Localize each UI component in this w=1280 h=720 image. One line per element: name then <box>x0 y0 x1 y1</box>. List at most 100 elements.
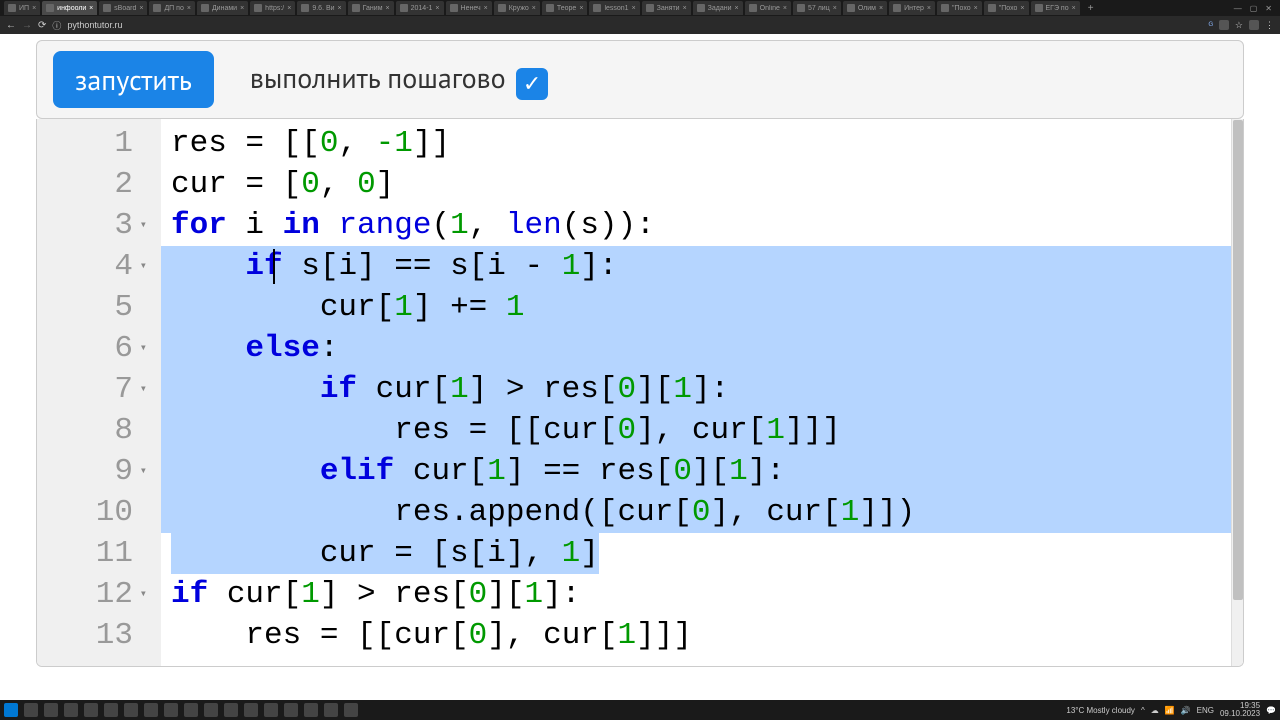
code-line: if s[i] == s[i - 1]: <box>161 246 1243 287</box>
run-button[interactable]: запустить <box>53 51 214 108</box>
bookmark-icon[interactable]: ☆ <box>1235 20 1243 31</box>
taskbar-app[interactable] <box>344 703 358 717</box>
code-editor[interactable]: 123▾4▾56▾7▾89▾101112▾13 res = [[0, -1]] … <box>36 119 1244 667</box>
code-line: if cur[1] > res[0][1]: <box>161 369 1243 410</box>
page-content: запустить выполнить пошагово ✓ 123▾4▾56▾… <box>0 34 1280 700</box>
code-line: for i in range(1, len(s)): <box>161 205 1243 246</box>
code-line: res = [[cur[0], cur[1]]] <box>161 615 1243 656</box>
code-line: res = [[cur[0], cur[1]]] <box>161 410 1243 451</box>
browser-titlebar: ИП×инфоолимп×sBoard×ДП по×Динами×https:/… <box>0 0 1280 16</box>
notifications-icon[interactable]: 💬 <box>1266 706 1276 715</box>
browser-tab[interactable]: Задани× <box>693 1 743 15</box>
taskbar-app[interactable] <box>184 703 198 717</box>
taskbar-app[interactable] <box>104 703 118 717</box>
taskbar-app[interactable] <box>204 703 218 717</box>
browser-tab[interactable]: ИП× <box>4 1 40 15</box>
taskbar-app[interactable] <box>284 703 298 717</box>
taskbar-app[interactable] <box>64 703 78 717</box>
browser-tab[interactable]: Теоре× <box>542 1 588 15</box>
code-line: elif cur[1] == res[0][1]: <box>161 451 1243 492</box>
new-tab-button[interactable]: + <box>1084 3 1098 14</box>
forward-button[interactable]: → <box>22 20 32 31</box>
taskbar-app[interactable] <box>84 703 98 717</box>
menu-icon[interactable]: ⋮ <box>1265 20 1274 31</box>
system-tray[interactable]: 13°C Mostly cloudy ^ ☁ 📶 🔊 ENG 19:3509.1… <box>1066 702 1276 718</box>
wifi-icon[interactable]: 📶 <box>1165 706 1175 715</box>
weather-widget[interactable]: 13°C Mostly cloudy <box>1066 706 1135 715</box>
gutter-line[interactable]: 11 <box>41 533 147 574</box>
taskbar-app[interactable] <box>304 703 318 717</box>
clock[interactable]: 19:3509.10.2023 <box>1220 702 1260 718</box>
tray-chevron-icon[interactable]: ^ <box>1141 706 1145 715</box>
browser-tab[interactable]: 2014-1× <box>396 1 444 15</box>
gutter-line[interactable]: 3▾ <box>41 205 147 246</box>
code-line: cur[1] += 1 <box>161 287 1243 328</box>
taskbar-app[interactable] <box>224 703 238 717</box>
extension-icon-2[interactable] <box>1249 20 1259 30</box>
text-cursor <box>273 249 275 284</box>
gutter-line[interactable]: 2 <box>41 164 147 205</box>
browser-tab[interactable]: Ненеч× <box>446 1 492 15</box>
taskbar-app[interactable] <box>324 703 338 717</box>
back-button[interactable]: ← <box>6 20 16 31</box>
gutter-line[interactable]: 4▾ <box>41 246 147 287</box>
address-bar: ← → ⟳ ⓘ pythontutor.ru ᴳ ☆ ⋮ <box>0 16 1280 34</box>
browser-tab[interactable]: "Похо× <box>984 1 1029 15</box>
code-line: cur = [s[i], 1] <box>161 533 1243 574</box>
gutter-line[interactable]: 13 <box>41 615 147 656</box>
browser-tab[interactable]: Заняти× <box>642 1 691 15</box>
gutter-line[interactable]: 6▾ <box>41 328 147 369</box>
extension-icon[interactable] <box>1219 20 1229 30</box>
scrollbar-thumb[interactable] <box>1233 120 1243 600</box>
onedrive-icon[interactable]: ☁ <box>1151 706 1159 715</box>
code-line: if cur[1] > res[0][1]: <box>161 574 1243 615</box>
browser-tab[interactable]: Динами× <box>197 1 248 15</box>
gutter-line[interactable]: 9▾ <box>41 451 147 492</box>
taskbar-app[interactable] <box>264 703 278 717</box>
code-line: res.append([cur[0], cur[1]]) <box>161 492 1243 533</box>
line-gutter: 123▾4▾56▾7▾89▾101112▾13 <box>37 119 161 666</box>
browser-tab[interactable]: ДП по× <box>149 1 195 15</box>
browser-tab[interactable]: Интер× <box>889 1 935 15</box>
volume-icon[interactable]: 🔊 <box>1181 706 1191 715</box>
browser-tab[interactable]: Ганим× <box>348 1 394 15</box>
browser-tab[interactable]: sBoard× <box>99 1 147 15</box>
vertical-scrollbar[interactable] <box>1231 119 1243 666</box>
site-info-icon[interactable]: ⓘ <box>52 19 61 32</box>
windows-taskbar[interactable]: 13°C Mostly cloudy ^ ☁ 📶 🔊 ENG 19:3509.1… <box>0 700 1280 720</box>
checkbox-checked-icon[interactable]: ✓ <box>516 68 548 100</box>
search-icon[interactable] <box>24 703 38 717</box>
task-view-icon[interactable] <box>44 703 58 717</box>
browser-tab[interactable]: lesson1× <box>589 1 639 15</box>
browser-tab[interactable]: Кружо× <box>494 1 540 15</box>
code-line: cur = [0, 0] <box>161 164 1243 205</box>
browser-tab[interactable]: ЕГЭ по× <box>1031 1 1080 15</box>
browser-tab[interactable]: "Похо× <box>937 1 982 15</box>
browser-tab[interactable]: Олим× <box>843 1 887 15</box>
reload-button[interactable]: ⟳ <box>38 20 46 31</box>
window-controls[interactable]: —▢✕ <box>1234 4 1276 13</box>
taskbar-app[interactable] <box>124 703 138 717</box>
translate-icon[interactable]: ᴳ <box>1208 20 1212 30</box>
taskbar-app[interactable] <box>164 703 178 717</box>
browser-tab[interactable]: 9.6. Ви× <box>297 1 345 15</box>
gutter-line[interactable]: 12▾ <box>41 574 147 615</box>
step-mode-toggle[interactable]: выполнить пошагово ✓ <box>250 59 548 100</box>
url-field[interactable]: pythontutor.ru <box>67 20 1202 30</box>
gutter-line[interactable]: 1 <box>41 123 147 164</box>
step-label: выполнить пошагово <box>250 59 506 96</box>
gutter-line[interactable]: 7▾ <box>41 369 147 410</box>
language-indicator[interactable]: ENG <box>1197 706 1214 715</box>
taskbar-app[interactable] <box>244 703 258 717</box>
code-line: res = [[0, -1]] <box>161 123 1243 164</box>
browser-tab[interactable]: Online× <box>745 1 791 15</box>
gutter-line[interactable]: 5 <box>41 287 147 328</box>
gutter-line[interactable]: 10 <box>41 492 147 533</box>
code-area[interactable]: res = [[0, -1]] cur = [0, 0] for i in ra… <box>161 119 1243 666</box>
browser-tab[interactable]: 57 лиц× <box>793 1 841 15</box>
browser-tab[interactable]: https:/× <box>250 1 295 15</box>
taskbar-app[interactable] <box>144 703 158 717</box>
start-button[interactable] <box>4 703 18 717</box>
browser-tab[interactable]: инфоолимп× <box>42 1 97 15</box>
gutter-line[interactable]: 8 <box>41 410 147 451</box>
